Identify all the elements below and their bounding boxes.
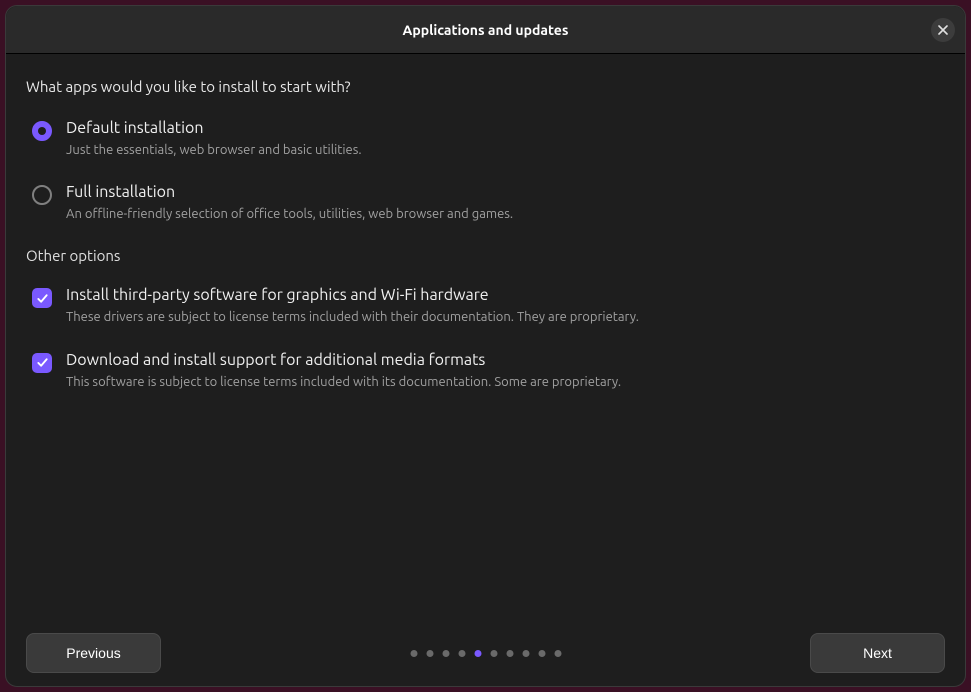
progress-dot (442, 650, 449, 657)
checkbox-label: Install third-party software for graphic… (66, 286, 945, 304)
radio-label: Default installation (66, 119, 945, 137)
progress-dot (554, 650, 561, 657)
radio-description: Just the essentials, web browser and bas… (66, 141, 945, 159)
progress-dot (474, 650, 481, 657)
checkbox-description: This software is subject to license term… (66, 373, 945, 391)
radio-option-full[interactable]: Full installation An offline-friendly se… (26, 183, 945, 223)
checkbox-description: These drivers are subject to license ter… (66, 308, 945, 326)
installer-window: Applications and updates What apps would… (5, 5, 966, 687)
footer: Previous Next (6, 620, 965, 686)
progress-dot (522, 650, 529, 657)
checkbox-option-thirdparty[interactable]: Install third-party software for graphic… (26, 286, 945, 326)
question-text: What apps would you like to install to s… (26, 78, 945, 95)
close-icon (938, 25, 948, 35)
option-text-block: Full installation An offline-friendly se… (66, 183, 945, 223)
progress-dot (490, 650, 497, 657)
other-options-heading: Other options (26, 247, 945, 264)
checkbox-thirdparty[interactable] (32, 288, 52, 308)
progress-dot (410, 650, 417, 657)
progress-dot (426, 650, 433, 657)
close-button[interactable] (931, 18, 955, 42)
next-button[interactable]: Next (810, 633, 945, 673)
radio-default[interactable] (32, 121, 52, 141)
check-icon (36, 356, 49, 369)
progress-dot (538, 650, 545, 657)
radio-full[interactable] (32, 185, 52, 205)
checkbox-option-media[interactable]: Download and install support for additio… (26, 351, 945, 391)
window-title: Applications and updates (403, 22, 569, 38)
option-text-block: Install third-party software for graphic… (66, 286, 945, 326)
radio-label: Full installation (66, 183, 945, 201)
option-text-block: Default installation Just the essentials… (66, 119, 945, 159)
checkbox-label: Download and install support for additio… (66, 351, 945, 369)
progress-dot (458, 650, 465, 657)
check-icon (36, 292, 49, 305)
option-text-block: Download and install support for additio… (66, 351, 945, 391)
progress-indicator (410, 650, 561, 657)
radio-option-default[interactable]: Default installation Just the essentials… (26, 119, 945, 159)
titlebar: Applications and updates (6, 6, 965, 54)
content-area: What apps would you like to install to s… (6, 54, 965, 620)
previous-button[interactable]: Previous (26, 633, 161, 673)
progress-dot (506, 650, 513, 657)
radio-description: An offline-friendly selection of office … (66, 205, 945, 223)
checkbox-media[interactable] (32, 353, 52, 373)
